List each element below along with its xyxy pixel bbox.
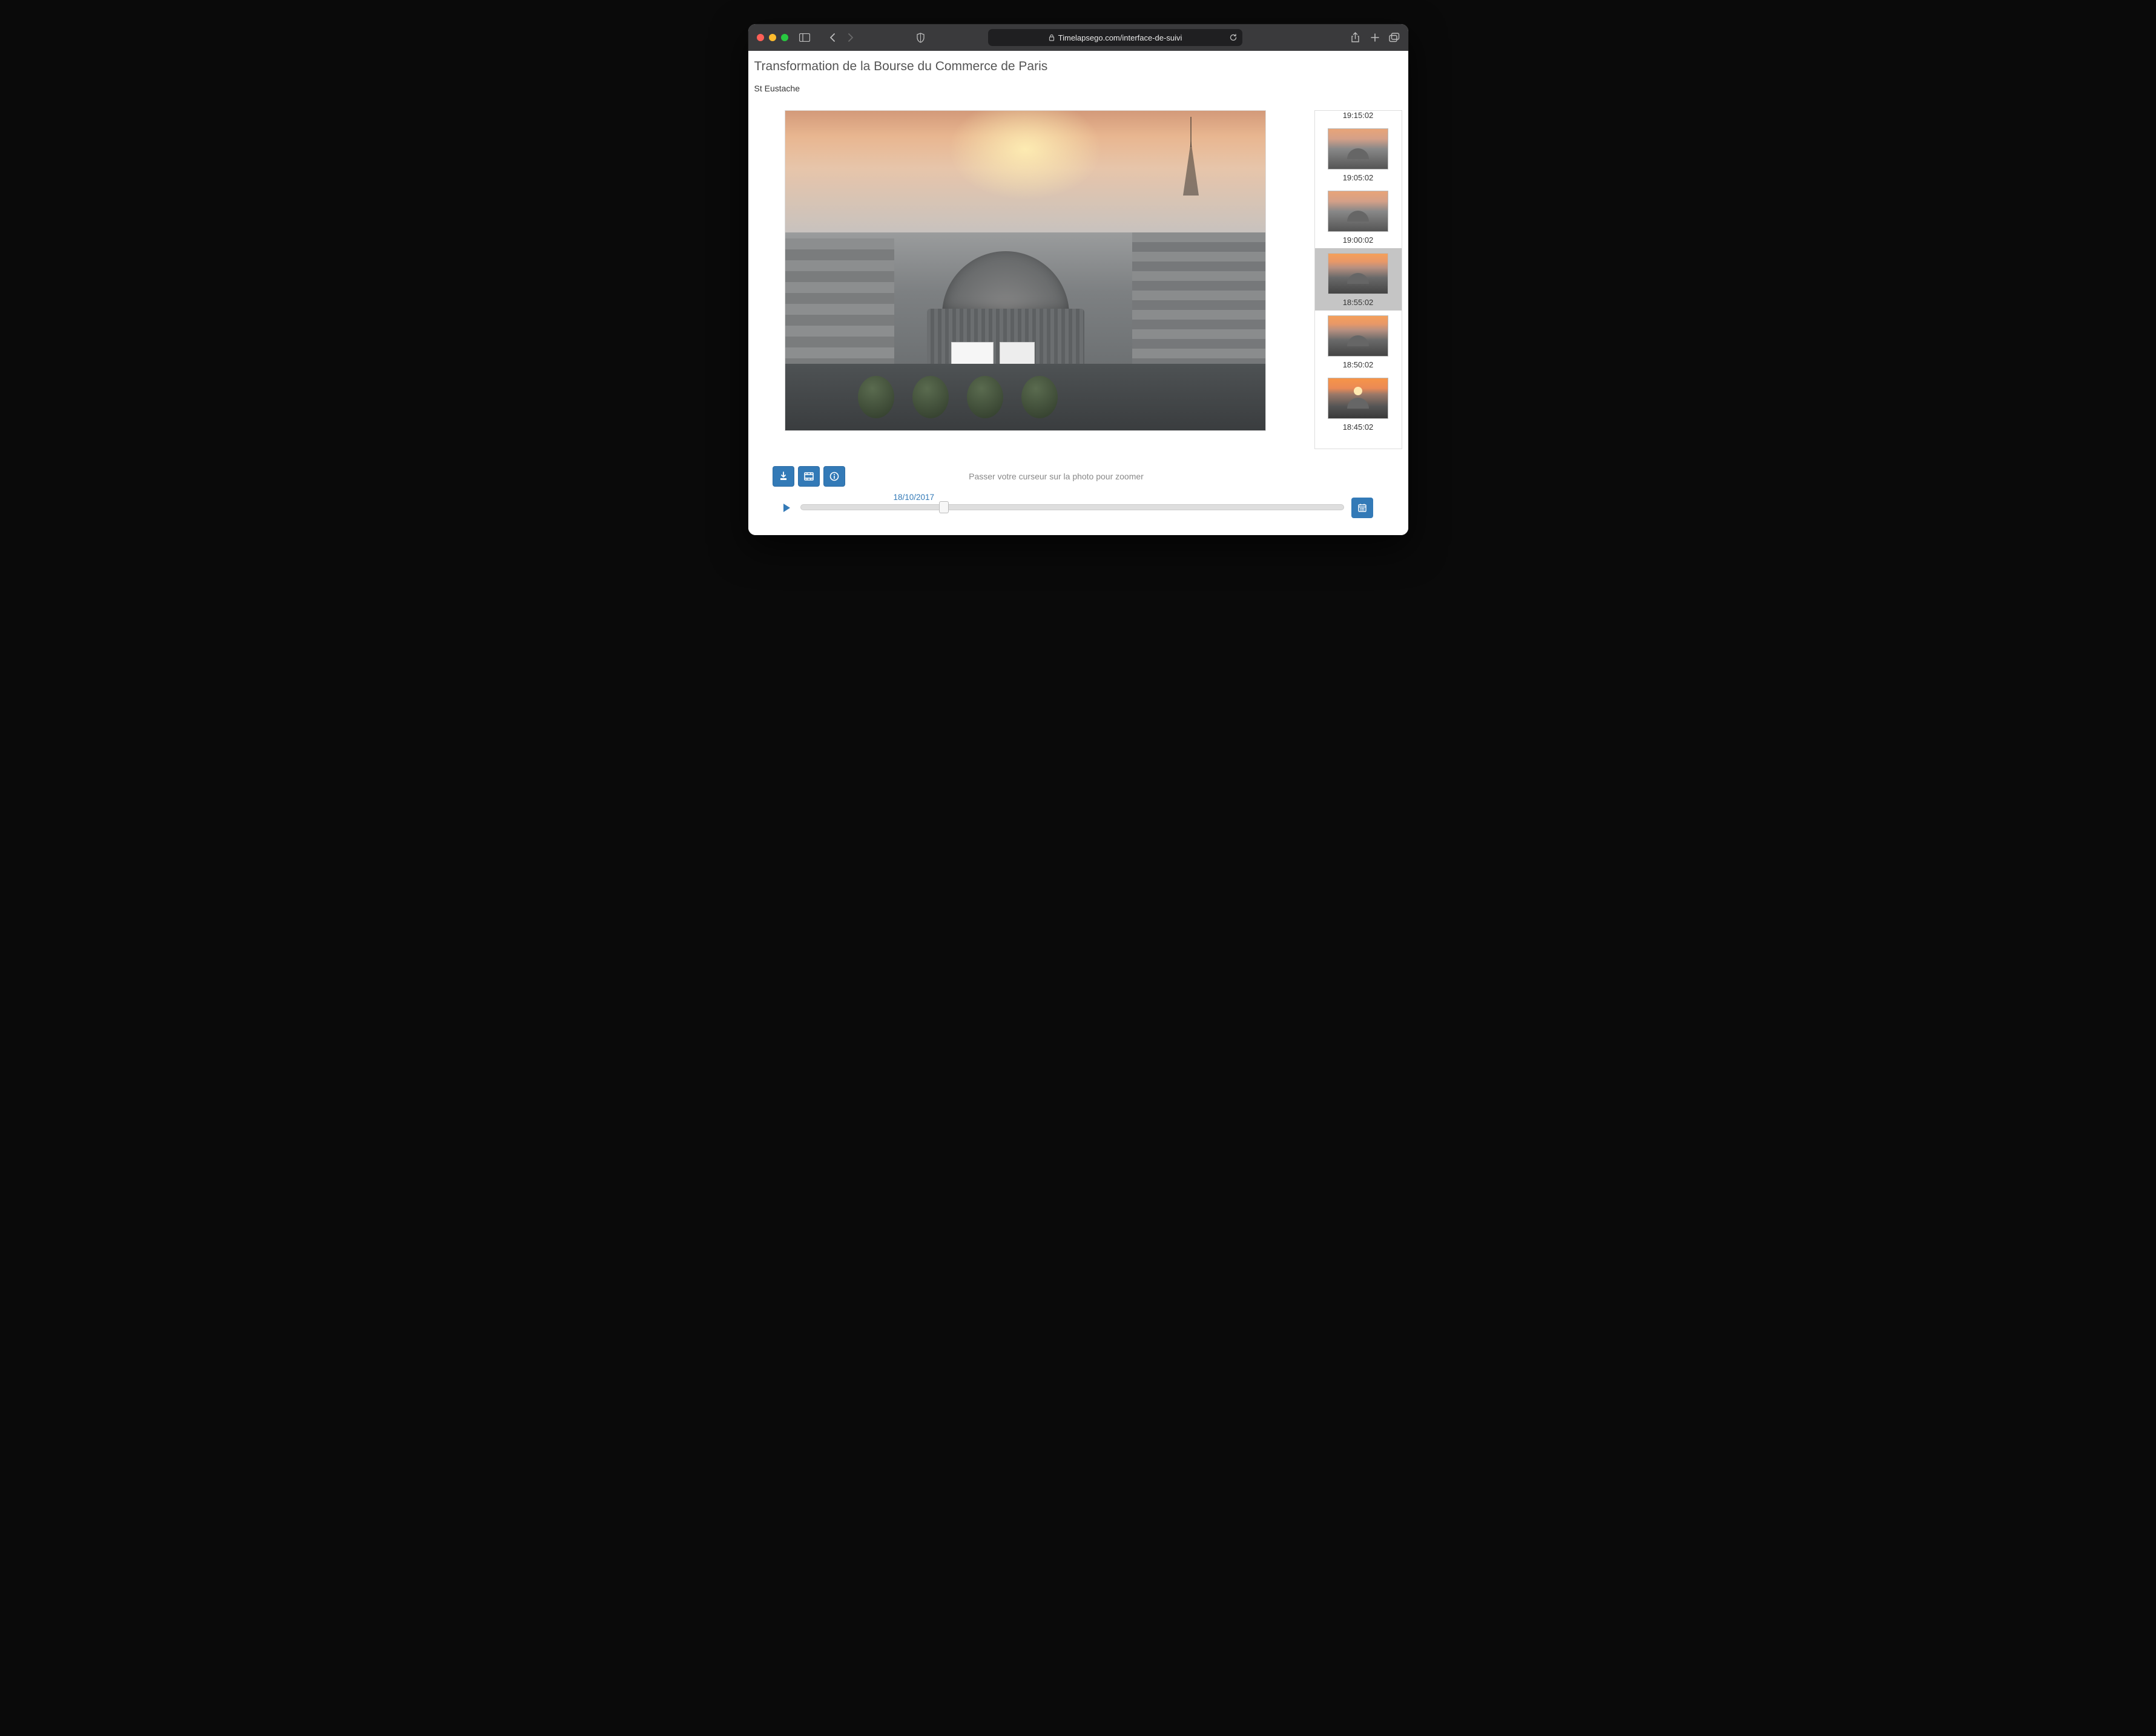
browser-window: Timelapsego.com/interface-de-suivi Trans… [748,24,1408,535]
new-tab-button[interactable] [1370,32,1380,43]
minimize-window-button[interactable] [769,34,776,41]
timeline-date-label: 18/10/2017 [894,493,935,502]
thumbnail-image [1328,378,1388,419]
thumbnail-item[interactable]: 19:05:02 [1315,123,1402,186]
thumbnail-image [1328,253,1388,294]
thumbnail-image [1328,315,1388,357]
traffic-lights [757,34,788,41]
thumbnail-time: 18:50:02 [1324,360,1393,369]
play-button[interactable] [782,503,791,513]
thumbnail-item[interactable]: 19:15:02 [1315,111,1402,123]
sidebar-toggle-button[interactable] [797,30,813,45]
download-button[interactable] [773,466,794,487]
thumbnail-item[interactable]: 18:45:02 [1315,373,1402,435]
thumbnail-image [1328,128,1388,169]
share-button[interactable] [1350,32,1361,43]
maximize-window-button[interactable] [781,34,788,41]
thumbnail-time: 19:05:02 [1324,173,1393,182]
zoom-hint: Passer votre curseur sur la photo pour z… [850,472,1384,481]
close-window-button[interactable] [757,34,764,41]
reload-button[interactable] [1229,33,1238,42]
thumbnail-item[interactable]: 18:50:02 [1315,311,1402,373]
eiffel-tower-silhouette [1183,117,1199,196]
thumbnail-list[interactable]: 19:15:02 19:05:02 19:00:02 18:55:02 18:5… [1314,110,1402,449]
thumbnail-time: 19:15:02 [1324,111,1393,120]
info-button[interactable] [823,466,845,487]
thumbnail-time: 19:00:02 [1324,235,1393,245]
calendar-button[interactable] [1351,498,1373,518]
thumbnail-image [1328,191,1388,232]
address-bar[interactable]: Timelapsego.com/interface-de-suivi [988,29,1242,46]
thumbnail-item[interactable]: 19:00:02 [1315,186,1402,248]
forward-button[interactable] [843,30,859,45]
page-content: Transformation de la Bourse du Commerce … [748,51,1408,535]
browser-chrome: Timelapsego.com/interface-de-suivi [748,24,1408,51]
camera-name: St Eustache [754,84,1402,93]
back-button[interactable] [825,30,840,45]
video-button[interactable] [798,466,820,487]
main-viewer [754,110,1302,449]
main-photo[interactable] [785,110,1266,431]
timeline-slider[interactable] [800,504,1344,510]
thumbnail-time: 18:55:02 [1324,298,1393,307]
page-title: Transformation de la Bourse du Commerce … [754,59,1402,74]
url-text: Timelapsego.com/interface-de-suivi [1058,33,1182,42]
tabs-overview-button[interactable] [1389,32,1400,43]
privacy-shield-icon[interactable] [916,33,925,43]
thumbnail-item-selected[interactable]: 18:55:02 [1315,248,1402,311]
thumbnail-time: 18:45:02 [1324,422,1393,432]
lock-icon [1049,34,1055,41]
